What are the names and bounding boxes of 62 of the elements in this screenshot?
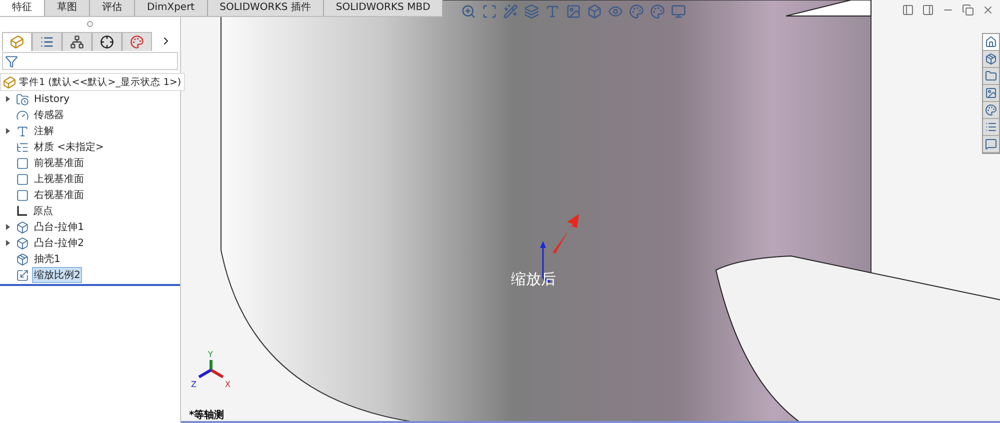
tree-item[interactable]: 前视基准面 bbox=[32, 155, 86, 171]
expand-arrow-icon[interactable] bbox=[6, 96, 10, 102]
tree-item[interactable]: 凸台-拉伸1 bbox=[32, 219, 86, 235]
task-pane-button[interactable] bbox=[983, 34, 999, 51]
panel-right-icon[interactable] bbox=[922, 4, 934, 16]
tree-item[interactable]: 注解 bbox=[32, 123, 56, 139]
zoom-icon[interactable] bbox=[461, 4, 476, 19]
origin-icon bbox=[16, 205, 28, 217]
tree-item[interactable]: 抽壳1 bbox=[32, 251, 62, 267]
tree-item[interactable]: History bbox=[32, 92, 72, 106]
zoom-area-icon[interactable] bbox=[482, 4, 497, 19]
tree-item[interactable]: 上视基准面 bbox=[32, 171, 86, 187]
command-tab[interactable]: SOLIDWORKS 插件 bbox=[208, 0, 324, 16]
tree-item[interactable]: 传感器 bbox=[32, 107, 66, 123]
axis-label: Z bbox=[191, 380, 196, 389]
task-pane-button[interactable] bbox=[983, 51, 999, 68]
axis-label: Y bbox=[208, 350, 213, 359]
expand-arrow-icon[interactable] bbox=[6, 224, 10, 230]
filter-field[interactable] bbox=[2, 52, 178, 70]
panel-left-icon[interactable] bbox=[902, 4, 914, 16]
list-icon bbox=[40, 34, 54, 48]
gauge-icon bbox=[16, 108, 29, 122]
folder-icon bbox=[985, 70, 997, 82]
tree-item[interactable]: 缩放比例2 bbox=[32, 267, 82, 283]
task-pane-button[interactable] bbox=[983, 102, 999, 119]
tree-item[interactable]: 原点 bbox=[31, 203, 55, 219]
arrow-drawing bbox=[553, 214, 579, 254]
task-pane-button[interactable] bbox=[983, 85, 999, 102]
filter-icon bbox=[5, 54, 18, 68]
command-tab[interactable]: 特征 bbox=[0, 0, 45, 16]
annotation-text: 缩放后 bbox=[511, 270, 556, 289]
box-icon bbox=[16, 220, 29, 234]
tree-item[interactable]: 右视基准面 bbox=[32, 187, 86, 203]
part-icon bbox=[3, 76, 16, 88]
text-icon bbox=[16, 124, 29, 138]
command-tab[interactable]: SOLIDWORKS MBD bbox=[324, 0, 444, 16]
tree-item[interactable]: 凸台-拉伸2 bbox=[32, 235, 86, 251]
panel-tab[interactable] bbox=[32, 32, 62, 50]
expand-arrow-icon[interactable] bbox=[6, 128, 10, 134]
view-name: *等轴测 bbox=[189, 408, 224, 422]
command-tab[interactable]: DimXpert bbox=[135, 0, 208, 16]
restore-icon[interactable] bbox=[962, 4, 974, 16]
task-pane-button[interactable] bbox=[983, 68, 999, 85]
panel-tab[interactable] bbox=[92, 32, 122, 50]
crosshair-icon bbox=[100, 34, 114, 48]
collapse-handle[interactable] bbox=[87, 21, 93, 27]
chat-icon bbox=[985, 138, 997, 150]
command-tab[interactable]: 评估 bbox=[90, 0, 135, 16]
panel-tab[interactable] bbox=[62, 32, 92, 50]
task-pane-button[interactable] bbox=[983, 136, 999, 153]
tree-item[interactable]: 材质 <未指定> bbox=[32, 139, 106, 155]
folder-clock-icon bbox=[16, 92, 29, 106]
part-icon bbox=[10, 34, 24, 48]
command-tab[interactable]: 草图 bbox=[45, 0, 90, 16]
expand-arrow-icon[interactable] bbox=[6, 240, 10, 246]
close-icon[interactable] bbox=[982, 4, 994, 16]
axis-triad-icon bbox=[198, 360, 224, 378]
list-tree-icon bbox=[16, 140, 29, 154]
home-icon bbox=[985, 36, 997, 48]
tree-icon bbox=[70, 34, 84, 48]
axis-label: X bbox=[225, 380, 230, 389]
box-icon bbox=[16, 236, 29, 250]
